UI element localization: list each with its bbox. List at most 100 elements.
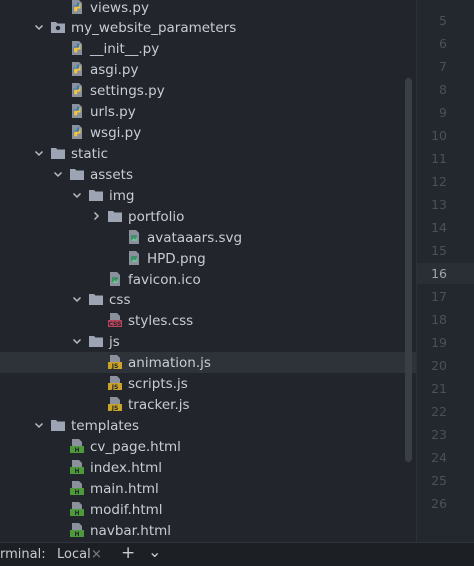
python-file-icon (69, 0, 85, 15)
folder-icon (107, 208, 123, 224)
tree-file-views-py[interactable]: views.py (0, 0, 416, 18)
tree-folder-static[interactable]: static (0, 143, 416, 164)
chevron-down-icon[interactable] (32, 418, 46, 432)
html-file-icon: H (69, 459, 85, 475)
tree-file-asgi-py[interactable]: asgi.py (0, 59, 416, 80)
tree-item-label: my_website_parameters (71, 19, 237, 36)
tree-file-styles-css[interactable]: CSS styles.css (0, 310, 416, 331)
chevron-down-icon[interactable] (32, 146, 46, 160)
tree-item-label: cv_page.html (90, 438, 181, 455)
tree-folder-my-website-parameters[interactable]: my_website_parameters (0, 17, 416, 38)
svg-text:H: H (74, 489, 79, 496)
add-terminal-icon[interactable]: + (121, 543, 135, 563)
tree-file-navbar-html[interactable]: H navbar.html (0, 520, 416, 541)
tree-item-label: __init__.py (90, 40, 160, 57)
html-file-icon: H (69, 438, 85, 454)
chevron-down-icon[interactable] (32, 20, 46, 34)
line-number: 20 (431, 358, 447, 373)
html-file-icon: H (69, 522, 85, 538)
tree-file-tracker-js[interactable]: JS tracker.js (0, 394, 416, 415)
line-number: 16 (431, 266, 447, 281)
line-number: 7 (439, 59, 447, 74)
line-number: 5 (439, 13, 447, 28)
tree-file-init-py[interactable]: __init__.py (0, 38, 416, 59)
tree-folder-css[interactable]: css (0, 289, 416, 310)
line-number: 11 (431, 151, 447, 166)
terminal-tab-bar: rminal: Local × + ⌄ (0, 542, 474, 566)
tree-item-label: scripts.js (128, 375, 188, 392)
chevron-down-icon[interactable] (70, 292, 84, 306)
line-number: 13 (431, 197, 447, 212)
js-file-icon: JS (107, 354, 123, 370)
tree-item-label: styles.css (128, 312, 194, 329)
line-number: 6 (439, 36, 447, 51)
tree-file-index-html[interactable]: H index.html (0, 457, 416, 478)
svg-text:H: H (74, 510, 79, 517)
tree-file-cv-page-html[interactable]: H cv_page.html (0, 436, 416, 457)
tree-item-label: static (71, 145, 109, 162)
folder-icon (69, 166, 85, 182)
terminal-tab-local[interactable]: Local (57, 547, 91, 562)
tree-item-label: favicon.ico (128, 271, 201, 288)
line-number: 14 (431, 220, 447, 235)
image-file-icon (107, 271, 123, 287)
svg-text:CSS: CSS (109, 321, 122, 328)
tree-file-settings-py[interactable]: settings.py (0, 80, 416, 101)
tree-file-animation-js[interactable]: JS animation.js (0, 352, 416, 373)
python-file-icon (69, 82, 85, 98)
python-file-icon (69, 124, 85, 140)
line-number: 21 (431, 381, 447, 396)
js-file-icon: JS (107, 375, 123, 391)
tree-item-label: img (109, 187, 135, 204)
tree-folder-assets[interactable]: assets (0, 164, 416, 185)
chevron-down-icon[interactable]: ⌄ (148, 542, 161, 561)
tree-file-main-html[interactable]: H main.html (0, 478, 416, 499)
tree-file-urls-py[interactable]: urls.py (0, 101, 416, 122)
js-file-icon: JS (107, 396, 123, 412)
tree-item-label: js (109, 333, 120, 350)
tree-file-favicon-ico[interactable]: favicon.ico (0, 269, 416, 290)
line-number: 19 (431, 335, 447, 350)
svg-text:JS: JS (111, 363, 119, 370)
line-number: 23 (431, 427, 447, 442)
line-number: 15 (431, 243, 447, 258)
chevron-down-icon[interactable] (51, 167, 65, 181)
folder-icon (88, 291, 104, 307)
tree-scrollbar-thumb[interactable] (405, 78, 412, 462)
tree-file-modif-html[interactable]: H modif.html (0, 499, 416, 520)
tree-item-label: wsgi.py (90, 124, 142, 141)
tree-item-label: animation.js (128, 354, 211, 371)
css-file-icon: CSS (107, 312, 123, 328)
tree-item-label: navbar.html (90, 522, 172, 539)
image-file-icon (126, 250, 142, 266)
tree-file-scripts-js[interactable]: JS scripts.js (0, 373, 416, 394)
tree-folder-img[interactable]: img (0, 185, 416, 206)
html-file-icon: H (69, 501, 85, 517)
tree-item-label: views.py (90, 0, 149, 16)
html-file-icon: H (69, 480, 85, 496)
svg-text:JS: JS (111, 405, 119, 412)
tree-item-label: portfolio (128, 208, 185, 225)
tree-folder-portfolio[interactable]: portfolio (0, 206, 416, 227)
svg-text:H: H (74, 468, 79, 475)
tree-file-avataaars-svg[interactable]: avataaars.svg (0, 227, 416, 248)
close-icon[interactable]: × (91, 547, 102, 562)
tree-item-label: avataaars.svg (147, 229, 243, 246)
tree-item-label: tracker.js (128, 396, 190, 413)
chevron-down-icon[interactable] (70, 188, 84, 202)
tree-file-wsgi-py[interactable]: wsgi.py (0, 122, 416, 143)
svg-text:JS: JS (111, 384, 119, 391)
chevron-right-icon[interactable] (89, 209, 103, 223)
python-file-icon (69, 103, 85, 119)
line-number: 24 (431, 450, 447, 465)
tree-file-hpd-png[interactable]: HPD.png (0, 248, 416, 269)
tree-item-label: urls.py (90, 103, 136, 120)
tree-folder-js[interactable]: js (0, 331, 416, 352)
tree-folder-templates[interactable]: templates (0, 415, 416, 436)
svg-text:H: H (74, 531, 79, 538)
folder-icon (88, 333, 104, 349)
chevron-down-icon[interactable] (70, 334, 84, 348)
tree-item-label: assets (90, 166, 133, 183)
svg-text:H: H (74, 447, 79, 454)
python-file-icon (69, 40, 85, 56)
